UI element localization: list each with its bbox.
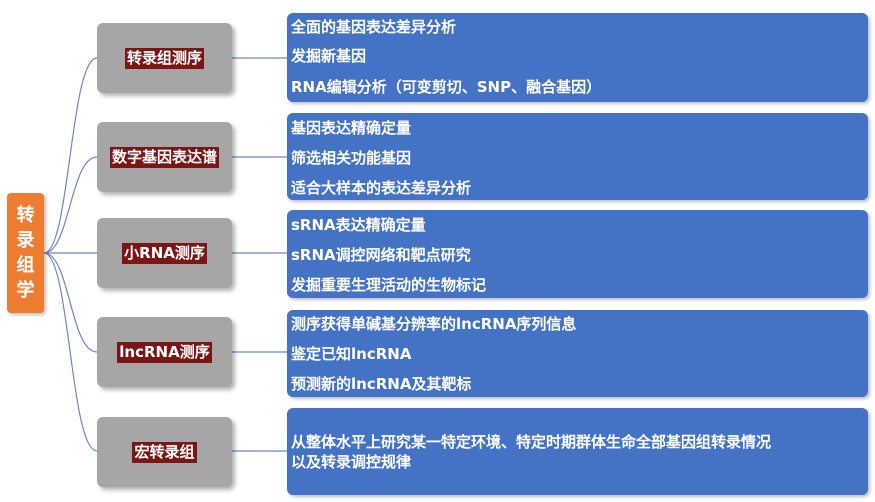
detail-box-transcriptome-sequencing: 全面的基因表达差异分析 发掘新基因 RNA编辑分析（可变剪切、SNP、融合基因） [287,13,868,102]
category-label: lncRNA测序 [117,341,212,363]
category-digital-gene-expression: 数字基因表达谱 [97,122,232,192]
category-lncrna-sequencing: lncRNA测序 [97,317,232,387]
detail-item: 适合大样本的表达差异分析 [291,179,472,197]
detail-item: 预测新的lncRNA及其靶标 [291,375,472,393]
category-label: 转录组测序 [124,47,204,69]
category-transcriptome-sequencing: 转录组测序 [97,23,232,93]
detail-box-digital-gene-expression: 基因表达精确定量 筛选相关功能基因 适合大样本的表达差异分析 [287,113,868,200]
category-small-rna-sequencing: 小RNA测序 [97,218,232,288]
detail-item: 鉴定已知lncRNA [291,345,412,363]
detail-item: 发掘新基因 [291,47,367,65]
detail-item: RNA编辑分析（可变剪切、SNP、融合基因） [291,78,602,96]
detail-item: 筛选相关功能基因 [291,149,412,167]
detail-item: sRNA表达精确定量 [291,216,426,234]
detail-item: sRNA调控网络和靶点研究 [291,246,471,264]
detail-item: 从整体水平上研究某一特定环境、特定时期群体生命全部基因组转录情况 [291,432,772,451]
root-label: 转录组学 [16,205,35,301]
connector-root-branch-2 [43,156,98,254]
detail-box-small-rna-sequencing: sRNA表达精确定量 sRNA调控网络和靶点研究 发掘重要生理活动的生物标记 [287,210,868,298]
detail-item: 基因表达精确定量 [291,119,412,137]
detail-item: 以及转录调控规律 [291,452,412,471]
detail-item: 全面的基因表达差异分析 [291,18,457,36]
connector-root-branch-4 [43,252,98,353]
category-label: 宏转录组 [132,441,197,463]
detail-item: 发掘重要生理活动的生物标记 [291,276,487,294]
detail-item: 测序获得单碱基分辨率的lncRNA序列信息 [291,315,577,333]
category-metatranscriptome: 宏转录组 [97,417,232,487]
category-label: 小RNA测序 [122,242,207,264]
root-node: 转录组学 [7,193,44,313]
category-label: 数字基因表达谱 [109,146,219,168]
connector-root-branch-1 [43,57,98,254]
detail-box-lncrna-sequencing: 测序获得单碱基分辨率的lncRNA序列信息 鉴定已知lncRNA 预测新的lnc… [287,310,868,397]
connector-root-branch-5 [43,252,98,452]
detail-box-metatranscriptome: 从整体水平上研究某一特定环境、特定时期群体生命全部基因组转录情况 以及转录调控规… [287,408,868,495]
